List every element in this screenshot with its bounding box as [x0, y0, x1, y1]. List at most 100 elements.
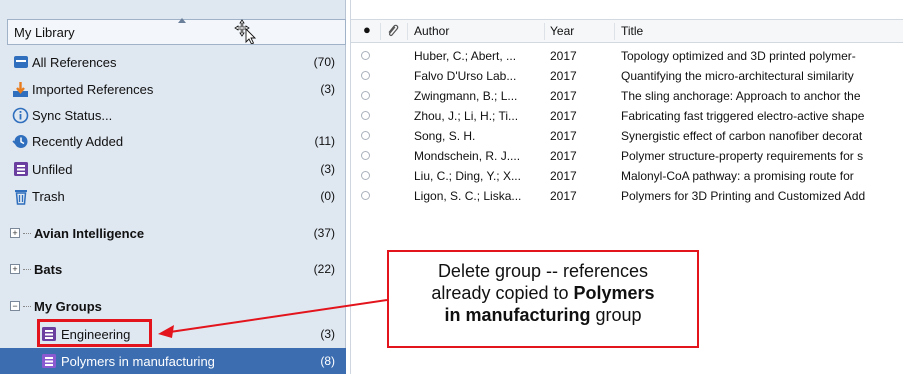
- unread-dot-icon: [361, 91, 370, 100]
- table-row[interactable]: Huber, C.; Abert, ... 2017 Topology opti…: [351, 46, 903, 66]
- title-cell: Quantifying the micro-architectural simi…: [621, 69, 854, 83]
- title-cell: Topology optimized and 3D printed polyme…: [621, 49, 856, 63]
- sidebar-item-label: Trash: [32, 188, 65, 204]
- all-references-icon: [12, 54, 29, 71]
- sidebar-item-label: Recently Added: [32, 133, 124, 149]
- title-cell: Synergistic effect of carbon nanofiber d…: [621, 129, 863, 143]
- sidebar-item-unfiled[interactable]: Unfiled (3): [12, 157, 346, 181]
- tree-line: [23, 268, 31, 270]
- unread-dot-icon: [361, 111, 370, 120]
- sidebar-item-all-references[interactable]: All References (70): [12, 50, 346, 74]
- year-cell: 2017: [550, 129, 577, 143]
- unfiled-icon: [12, 161, 29, 178]
- group-my-groups[interactable]: − My Groups: [10, 295, 346, 317]
- title-cell: Malonyl-CoA pathway: a promising route f…: [621, 169, 854, 183]
- callout-line-1: Delete group -- references: [437, 261, 649, 281]
- author-cell: Mondschein, R. J....: [414, 149, 521, 163]
- sidebar-item-label: Unfiled: [32, 161, 73, 177]
- sidebar-item-label: Polymers in manufacturing: [61, 353, 215, 369]
- year-cell: 2017: [550, 69, 577, 83]
- title-cell: Polymers for 3D Printing and Customized …: [621, 189, 866, 203]
- tree-line: [23, 232, 31, 234]
- info-icon: [12, 107, 29, 124]
- year-cell: 2017: [550, 49, 577, 63]
- move-cursor-icon: [234, 19, 257, 44]
- sidebar-item-label: Imported References: [32, 81, 154, 97]
- item-count: (8): [320, 354, 335, 368]
- callout-bold-text: in manufacturing: [444, 305, 591, 325]
- collapse-icon[interactable]: −: [10, 301, 20, 311]
- tree-line: [23, 305, 31, 307]
- author-cell: Huber, C.; Abert, ...: [414, 49, 517, 63]
- table-row[interactable]: Liu, C.; Ding, Y.; X... 2017 Malonyl-CoA…: [351, 166, 903, 186]
- column-divider: [407, 23, 408, 40]
- author-cell: Zhou, J.; Li, H.; Ti...: [414, 109, 519, 123]
- table-row[interactable]: Zhou, J.; Li, H.; Ti... 2017 Fabricating…: [351, 106, 903, 126]
- year-cell: 2017: [550, 89, 577, 103]
- collapse-caret-icon[interactable]: [178, 18, 186, 23]
- group-bats[interactable]: + Bats (22): [10, 258, 346, 280]
- sidebar-item-label: Sync Status...: [32, 107, 113, 123]
- author-cell: Falvo D'Urso Lab...: [414, 69, 517, 83]
- item-count: (70): [313, 55, 335, 69]
- table-row[interactable]: Mondschein, R. J.... 2017 Polymer struct…: [351, 146, 903, 166]
- callout-line-2: already copied to Polymers: [389, 282, 697, 304]
- callout-text: already copied to: [431, 283, 574, 303]
- item-count: (3): [320, 82, 335, 96]
- expand-icon[interactable]: +: [10, 264, 20, 274]
- table-header: ● Author Year Title: [351, 19, 903, 43]
- column-divider: [380, 23, 381, 40]
- sidebar-item-recently-added[interactable]: Recently Added (11): [12, 129, 346, 153]
- recent-icon: [12, 133, 29, 150]
- item-count: (3): [320, 162, 335, 176]
- group-label: My Groups: [34, 298, 102, 314]
- expand-icon[interactable]: +: [10, 228, 20, 238]
- sidebar-item-trash[interactable]: Trash (0): [12, 184, 346, 208]
- unread-dot-icon: [361, 191, 370, 200]
- group-avian-intelligence[interactable]: + Avian Intelligence (37): [10, 222, 346, 244]
- paperclip-icon[interactable]: [386, 23, 400, 39]
- sidebar-item-imported-references[interactable]: Imported References (3): [12, 77, 346, 101]
- sidebar-item-label: All References: [32, 54, 117, 70]
- year-cell: 2017: [550, 149, 577, 163]
- item-count: (0): [320, 189, 335, 203]
- callout-bold-text: Polymers: [573, 283, 655, 303]
- unread-dot-icon: [361, 71, 370, 80]
- year-cell: 2017: [550, 189, 577, 203]
- import-icon: [12, 81, 29, 98]
- author-cell: Ligon, S. C.; Liska...: [414, 189, 522, 203]
- year-cell: 2017: [550, 169, 577, 183]
- callout-text: group: [590, 305, 642, 325]
- item-count: (3): [320, 327, 335, 341]
- item-count: (22): [313, 262, 335, 276]
- author-cell: Liu, C.; Ding, Y.; X...: [414, 169, 521, 183]
- author-cell: Song, S. H.: [414, 129, 476, 143]
- library-header[interactable]: My Library: [7, 18, 346, 45]
- trash-icon: [12, 188, 29, 205]
- author-column-header[interactable]: Author: [414, 24, 449, 38]
- sidebar-item-polymers-in-manufacturing[interactable]: Polymers in manufacturing (8): [0, 348, 346, 374]
- table-row[interactable]: Zwingmann, B.; L... 2017 The sling ancho…: [351, 86, 903, 106]
- annotation-callout: Delete group -- references already copie…: [387, 250, 699, 348]
- group-library-icon: [41, 353, 58, 370]
- read-status-column[interactable]: ●: [363, 22, 371, 37]
- author-cell: Zwingmann, B.; L...: [414, 89, 518, 103]
- sidebar: My Library All References (70) Imported …: [0, 0, 346, 374]
- title-column-header[interactable]: Title: [621, 24, 643, 38]
- column-divider: [544, 23, 545, 40]
- title-cell: Fabricating fast triggered electro-activ…: [621, 109, 865, 123]
- table-row[interactable]: Ligon, S. C.; Liska... 2017 Polymers for…: [351, 186, 903, 206]
- group-label: Avian Intelligence: [34, 225, 145, 241]
- table-row[interactable]: Song, S. H. 2017 Synergistic effect of c…: [351, 126, 903, 146]
- group-label: Bats: [34, 261, 63, 277]
- library-title: My Library: [14, 25, 75, 40]
- table-row[interactable]: Falvo D'Urso Lab... 2017 Quantifying the…: [351, 66, 903, 86]
- year-column-header[interactable]: Year: [550, 24, 574, 38]
- callout-line-3: in manufacturing group: [389, 304, 697, 326]
- column-divider: [614, 23, 615, 40]
- unread-dot-icon: [361, 131, 370, 140]
- title-cell: The sling anchorage: Approach to anchor …: [621, 89, 861, 103]
- title-cell: Polymer structure-property requirements …: [621, 149, 864, 163]
- sidebar-item-sync-status[interactable]: Sync Status...: [12, 103, 346, 127]
- unread-dot-icon: [361, 151, 370, 160]
